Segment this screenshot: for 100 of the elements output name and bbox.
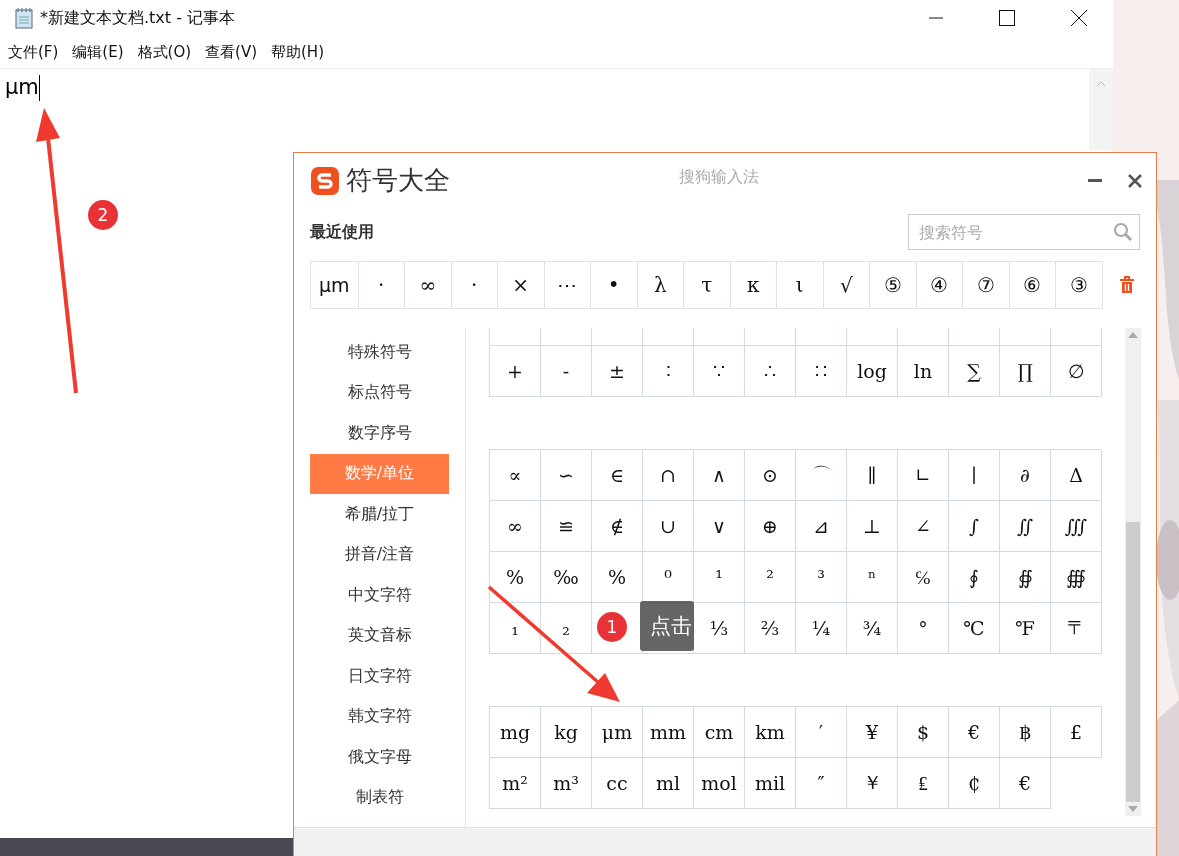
symbol-cell[interactable]: ℉ (1000, 603, 1051, 654)
symbol-cell[interactable]: log (847, 346, 898, 397)
category-item[interactable]: 制表符 (310, 777, 449, 818)
symbol-cell[interactable]: ⅔ (745, 603, 796, 654)
symbol-cell[interactable]: ∥ (847, 450, 898, 501)
scrollbar[interactable] (1089, 69, 1113, 150)
symbol-cell[interactable]: ₁ (490, 603, 541, 654)
scroll-up-icon[interactable] (1096, 81, 1106, 87)
symbol-cell[interactable]: ⁿ (847, 552, 898, 603)
symbol-cell[interactable]: mol (694, 758, 745, 809)
category-item[interactable]: 中文字符 (310, 575, 449, 616)
symbol-cell[interactable]: ≌ (541, 501, 592, 552)
category-item[interactable]: 希腊/拉丁 (310, 494, 449, 535)
symbol-cell[interactable]: ₵ (949, 758, 1000, 809)
symbol-cell[interactable]: ∽ (541, 450, 592, 501)
category-item[interactable]: 数字序号 (310, 413, 449, 454)
maximize-icon[interactable] (999, 10, 1015, 26)
menu-item[interactable]: 编辑(E) (72, 42, 124, 62)
symbol-cell[interactable]: ¹ (694, 552, 745, 603)
symbol-cell[interactable]: ￥ (847, 758, 898, 809)
symbol-cell[interactable]: ∂ (1000, 450, 1051, 501)
symbol-cell[interactable]: ¾ (847, 603, 898, 654)
symbol-cell[interactable]: m² (490, 758, 541, 809)
symbol-cell[interactable]: ⅓ (694, 603, 745, 654)
symbol-cell[interactable]: m³ (541, 758, 592, 809)
symbol-cell[interactable]: ∑ (949, 346, 1000, 397)
symbol-cell[interactable]: € (1000, 758, 1051, 809)
symbol-cell[interactable]: ∩ (643, 450, 694, 501)
symbol-cell[interactable]: ∭ (1051, 501, 1102, 552)
symbol-cell[interactable]: ∵ (694, 346, 745, 397)
close-icon[interactable] (1071, 10, 1087, 26)
symbol-cell[interactable]: ℃ (949, 603, 1000, 654)
symbol-cell[interactable]: ∣ (949, 450, 1000, 501)
symbol-cell[interactable]: ± (592, 346, 643, 397)
symbol-cell[interactable]: ⁰ (643, 552, 694, 603)
symbol-cell[interactable]: ¼ (796, 603, 847, 654)
symbol-cell[interactable]: ₂ (541, 603, 592, 654)
symbol-cell[interactable]: % (592, 552, 643, 603)
symbol-cell[interactable]: ∟ (898, 450, 949, 501)
symbol-cell[interactable]: ℅ (898, 552, 949, 603)
symbol-cell[interactable]: ∠ (898, 501, 949, 552)
symbol-cell[interactable]: mm (643, 707, 694, 758)
category-item[interactable]: 拼音/注音 (310, 534, 449, 575)
symbol-cell[interactable]: ∶ (643, 346, 694, 397)
symbol-cell[interactable]: km (745, 707, 796, 758)
close-icon[interactable] (1128, 173, 1142, 188)
symbol-cell[interactable]: ∷ (796, 346, 847, 397)
search-icon[interactable] (1113, 222, 1133, 242)
symbol-cell[interactable]: ³ (796, 552, 847, 603)
category-item[interactable]: 标点符号 (310, 372, 449, 413)
symbol-cell[interactable]: ° (898, 603, 949, 654)
symbol-cell[interactable]: mil (745, 758, 796, 809)
symbol-cell[interactable]: ⊥ (847, 501, 898, 552)
symbol-cell[interactable]: Δ (1051, 450, 1102, 501)
category-item[interactable]: 韩文字符 (310, 696, 449, 737)
symbol-cell[interactable]: ∝ (490, 450, 541, 501)
menu-item[interactable]: 帮助(H) (271, 42, 324, 62)
symbol-cell[interactable]: ∮ (949, 552, 1000, 603)
symbol-cell[interactable]: ∬ (1000, 501, 1051, 552)
category-item[interactable]: 英文音标 (310, 615, 449, 656)
symbol-cell[interactable]: - (541, 346, 592, 397)
category-item[interactable]: 俄文字母 (310, 737, 449, 778)
symbol-cell[interactable]: € (949, 707, 1000, 758)
trash-icon[interactable] (1118, 276, 1135, 294)
category-item[interactable]: 特殊符号 (310, 332, 449, 373)
scroll-up-icon[interactable] (1128, 332, 1138, 338)
symbol-cell[interactable]: ∰ (1051, 552, 1102, 603)
category-item[interactable]: 日文字符 (310, 656, 449, 697)
scroll-thumb[interactable] (1126, 522, 1140, 802)
symbol-cell[interactable]: ∯ (1000, 552, 1051, 603)
symbol-cell[interactable]: μm (592, 707, 643, 758)
symbol-cell[interactable]: ⊿ (796, 501, 847, 552)
symbol-cell[interactable]: ² (745, 552, 796, 603)
symbol-cell[interactable]: ‰ (541, 552, 592, 603)
symbol-cell[interactable]: mg (490, 707, 541, 758)
scrollbar[interactable] (1125, 328, 1141, 816)
symbol-cell[interactable]: ₤ (898, 758, 949, 809)
symbol-cell[interactable]: ∉ (592, 501, 643, 552)
symbol-cell[interactable]: ∴ (745, 346, 796, 397)
symbol-cell[interactable]: + (490, 346, 541, 397)
symbol-cell[interactable]: ml (643, 758, 694, 809)
symbol-cell[interactable]: ∞ (490, 501, 541, 552)
symbol-cell[interactable]: ″ (796, 758, 847, 809)
menu-item[interactable]: 文件(F) (8, 42, 59, 62)
search-field[interactable]: 搜索符号 (908, 214, 1140, 250)
symbol-cell[interactable]: ¥ (847, 707, 898, 758)
symbol-cell[interactable]: ∫ (949, 501, 1000, 552)
menu-item[interactable]: 格式(O) (137, 42, 192, 62)
symbol-cell[interactable]: kg (541, 707, 592, 758)
symbol-cell[interactable]: ฿ (1000, 707, 1051, 758)
symbol-cell[interactable]: 〒 (1051, 603, 1102, 654)
symbol-cell[interactable]: ⊙ (745, 450, 796, 501)
symbol-cell[interactable]: ∈ (592, 450, 643, 501)
symbol-cell[interactable]: ln (898, 346, 949, 397)
symbol-cell[interactable]: ∅ (1051, 346, 1102, 397)
symbol-cell[interactable]: ∧ (694, 450, 745, 501)
symbol-cell[interactable]: ⊕ (745, 501, 796, 552)
symbol-cell[interactable]: ∨ (694, 501, 745, 552)
symbol-cell[interactable]: cm (694, 707, 745, 758)
symbol-cell[interactable]: ∪ (643, 501, 694, 552)
